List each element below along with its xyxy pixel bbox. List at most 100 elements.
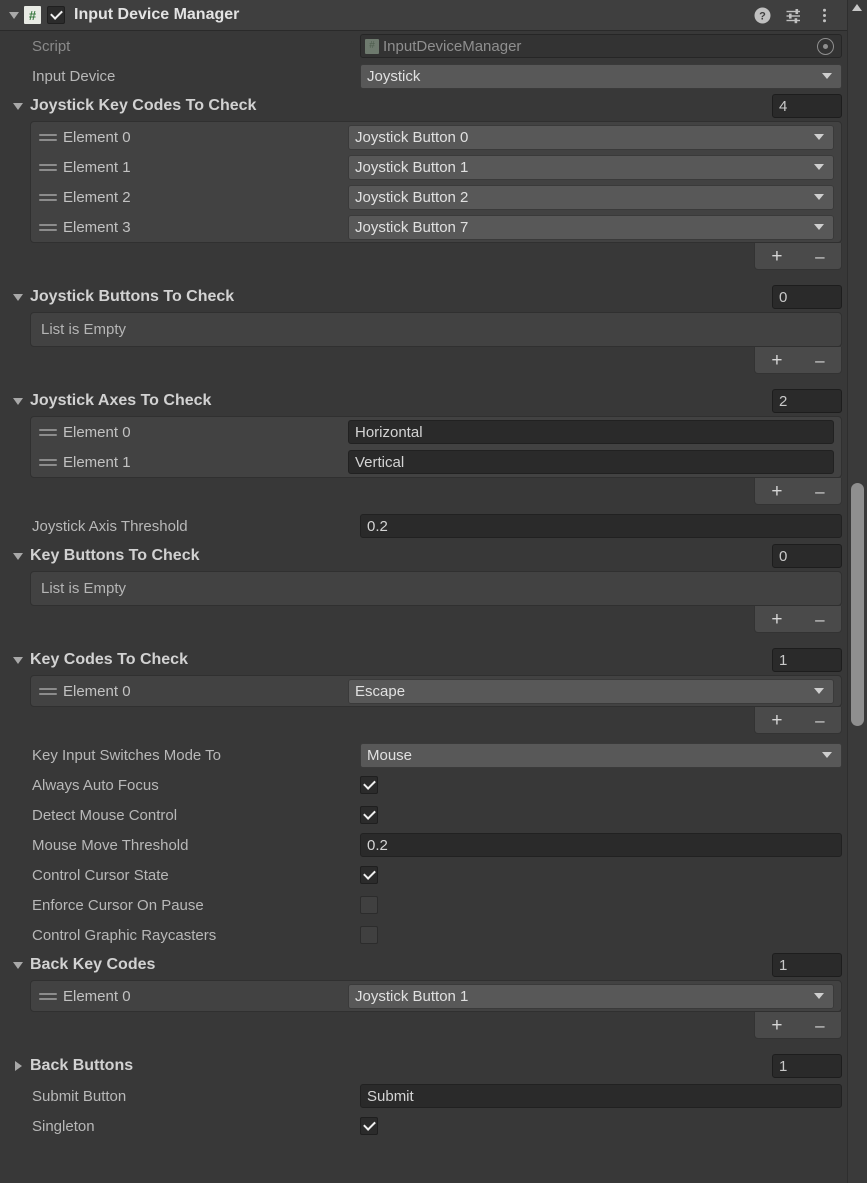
- component-foldout-toggle[interactable]: [6, 7, 22, 23]
- joystick-axes-header[interactable]: Joystick Axes To Check 2: [0, 386, 867, 416]
- joystick-key-codes-header[interactable]: Joystick Key Codes To Check 4: [0, 91, 867, 121]
- key-codes-header[interactable]: Key Codes To Check 1: [0, 645, 867, 675]
- singleton-wrap: [360, 1117, 842, 1135]
- more-menu-icon[interactable]: [816, 7, 833, 24]
- key-input-switches-mode-dropdown[interactable]: Mouse: [360, 742, 842, 768]
- list-item[interactable]: Element 2 Joystick Button 2: [31, 182, 841, 212]
- element-dropdown[interactable]: Joystick Button 2: [348, 184, 834, 210]
- back-key-codes-foldout[interactable]: [10, 957, 26, 973]
- control-cursor-state-checkbox[interactable]: [360, 866, 378, 884]
- element-text-input[interactable]: Vertical: [348, 450, 834, 474]
- drag-handle-icon[interactable]: [39, 163, 63, 171]
- add-element-button[interactable]: +: [763, 1016, 790, 1035]
- list-item[interactable]: Element 0 Horizontal: [31, 417, 841, 447]
- drag-handle-icon[interactable]: [39, 223, 63, 231]
- joystick-buttons-size[interactable]: 0: [772, 285, 842, 309]
- add-element-button[interactable]: +: [763, 711, 790, 730]
- drag-handle-icon[interactable]: [39, 428, 63, 436]
- preset-icon[interactable]: [785, 7, 802, 24]
- remove-element-button[interactable]: –: [807, 248, 832, 265]
- back-buttons-size[interactable]: 1: [772, 1054, 842, 1078]
- chevron-down-icon: [13, 961, 23, 969]
- add-element-button[interactable]: +: [763, 247, 790, 266]
- list-item[interactable]: Element 3 Joystick Button 7: [31, 212, 841, 242]
- joystick-buttons-header[interactable]: Joystick Buttons To Check 0: [0, 282, 867, 312]
- remove-element-button[interactable]: –: [807, 611, 832, 628]
- control-graphic-raycasters-checkbox[interactable]: [360, 926, 378, 944]
- joystick-axes-foldout[interactable]: [10, 393, 26, 409]
- joystick-key-codes-size[interactable]: 4: [772, 94, 842, 118]
- joystick-axis-threshold-input[interactable]: 0.2: [360, 514, 842, 538]
- always-auto-focus-checkbox[interactable]: [360, 776, 378, 794]
- joystick-key-codes-foldout[interactable]: [10, 98, 26, 114]
- component-header[interactable]: Input Device Manager ?: [0, 0, 867, 31]
- key-buttons-foldout[interactable]: [10, 548, 26, 564]
- element-dropdown[interactable]: Escape: [348, 678, 834, 704]
- scrollbar-thumb[interactable]: [851, 483, 864, 726]
- drag-handle-icon[interactable]: [39, 992, 63, 1000]
- key-codes-foldout[interactable]: [10, 652, 26, 668]
- back-buttons-foldout[interactable]: [10, 1058, 26, 1074]
- key-buttons-header[interactable]: Key Buttons To Check 0: [0, 541, 867, 571]
- element-text-input[interactable]: Horizontal: [348, 420, 834, 444]
- singleton-checkbox[interactable]: [360, 1117, 378, 1135]
- list-item[interactable]: Element 0 Joystick Button 1: [31, 981, 841, 1011]
- object-picker-icon[interactable]: [817, 37, 834, 55]
- mouse-move-threshold-input[interactable]: 0.2: [360, 833, 842, 857]
- list-item[interactable]: Element 0 Joystick Button 0: [31, 122, 841, 152]
- help-icon[interactable]: ?: [754, 7, 771, 24]
- element-dropdown[interactable]: Joystick Button 7: [348, 214, 834, 240]
- remove-element-button[interactable]: –: [807, 352, 832, 369]
- script-object-field[interactable]: InputDeviceManager: [360, 34, 842, 58]
- back-buttons-header[interactable]: Back Buttons 1: [0, 1051, 867, 1081]
- enforce-cursor-on-pause-row: Enforce Cursor On Pause: [0, 890, 867, 920]
- vertical-scrollbar[interactable]: [847, 0, 867, 1183]
- key-codes-size[interactable]: 1: [772, 648, 842, 672]
- joystick-axes-size[interactable]: 2: [772, 389, 842, 413]
- drag-handle-icon[interactable]: [39, 133, 63, 141]
- list-item[interactable]: Element 1 Joystick Button 1: [31, 152, 841, 182]
- key-buttons-list: List is Empty: [30, 571, 842, 606]
- component-enabled-checkbox[interactable]: [47, 6, 65, 24]
- element-field: Horizontal: [348, 420, 834, 444]
- svg-text:?: ?: [759, 10, 766, 22]
- scroll-up-arrow-icon[interactable]: [852, 4, 862, 11]
- drag-handle-icon[interactable]: [39, 687, 63, 695]
- input-device-row: Input Device Joystick: [0, 61, 867, 91]
- remove-element-button[interactable]: –: [807, 712, 832, 729]
- control-graphic-raycasters-row: Control Graphic Raycasters: [0, 920, 867, 950]
- detect-mouse-control-checkbox[interactable]: [360, 806, 378, 824]
- control-cursor-state-wrap: [360, 866, 842, 884]
- drag-handle-icon[interactable]: [39, 193, 63, 201]
- input-device-dropdown[interactable]: Joystick: [360, 63, 842, 89]
- enforce-cursor-on-pause-checkbox[interactable]: [360, 896, 378, 914]
- list-item[interactable]: Element 1 Vertical: [31, 447, 841, 477]
- key-buttons-size[interactable]: 0: [772, 544, 842, 568]
- add-element-button[interactable]: +: [763, 610, 790, 629]
- back-key-codes-size[interactable]: 1: [772, 953, 842, 977]
- add-element-button[interactable]: +: [763, 351, 790, 370]
- remove-element-button[interactable]: –: [807, 1017, 832, 1034]
- joystick-buttons-foldout[interactable]: [10, 289, 26, 305]
- submit-button-input[interactable]: Submit: [360, 1084, 842, 1108]
- key-codes-list: Element 0 Escape: [30, 675, 842, 707]
- script-field-wrap: InputDeviceManager: [360, 34, 842, 58]
- list-item[interactable]: Element 0 Escape: [31, 676, 841, 706]
- element-dropdown[interactable]: Joystick Button 1: [348, 983, 834, 1009]
- element-dropdown[interactable]: Joystick Button 0: [348, 124, 834, 150]
- back-key-codes-header[interactable]: Back Key Codes 1: [0, 950, 867, 980]
- component-title: Input Device Manager: [74, 6, 240, 23]
- add-element-button[interactable]: +: [763, 482, 790, 501]
- detect-mouse-control-label: Detect Mouse Control: [32, 806, 178, 824]
- remove-element-button[interactable]: –: [807, 483, 832, 500]
- enforce-cursor-on-pause-wrap: [360, 896, 842, 914]
- element-dropdown[interactable]: Joystick Button 1: [348, 154, 834, 180]
- enforce-cursor-on-pause-label: Enforce Cursor On Pause: [32, 896, 204, 914]
- mouse-move-threshold-label: Mouse Move Threshold: [32, 836, 189, 854]
- chevron-right-icon: [14, 1061, 22, 1071]
- header-icon-group: ?: [754, 7, 833, 24]
- drag-handle-icon[interactable]: [39, 458, 63, 466]
